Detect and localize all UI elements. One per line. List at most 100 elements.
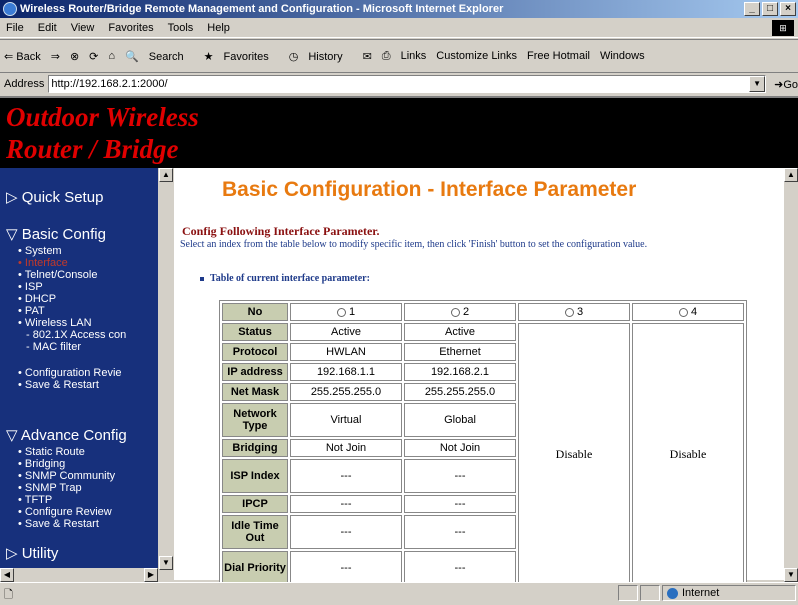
menu-tools[interactable]: Tools	[168, 22, 194, 34]
status-cell	[618, 585, 638, 601]
close-button[interactable]: ×	[780, 2, 796, 16]
sidebar-item-dhcp[interactable]: • DHCP	[18, 293, 56, 305]
sidebar-item-label: Wireless LAN	[24, 317, 92, 329]
sidebar-item-system[interactable]: • System	[18, 245, 62, 257]
search-button[interactable]: 🔍 Search	[125, 50, 194, 63]
search-label: Search	[148, 50, 184, 63]
sidebar-item-configure-review[interactable]: • Configure Review	[18, 506, 112, 518]
mail-icon[interactable]: ✉	[363, 50, 372, 63]
cell: ---	[290, 515, 402, 549]
config-subtitle: Config Following Interface Parameter.	[182, 224, 380, 238]
row-header: Status	[222, 323, 288, 341]
sidebar-item-snmp-trap[interactable]: • SNMP Trap	[18, 482, 82, 494]
scroll-up-icon[interactable]: ▲	[159, 168, 173, 182]
sidebar-item-label: Configure Review	[24, 506, 112, 518]
menu-file[interactable]: File	[6, 22, 24, 34]
row-header: Net Mask	[222, 383, 288, 401]
home-icon[interactable]: ⌂	[108, 50, 115, 62]
refresh-icon[interactable]: ⟳	[89, 50, 98, 63]
cell: Not Join	[290, 439, 402, 457]
sidebar-item-snmp-community[interactable]: • SNMP Community	[18, 470, 115, 482]
radio-icon[interactable]	[564, 307, 574, 317]
radio-3[interactable]: 3	[518, 303, 630, 321]
link-hotmail[interactable]: Free Hotmail	[527, 50, 590, 62]
cell: Not Join	[404, 439, 516, 457]
sidebar-item-telnet[interactable]: • Telnet/Console	[18, 269, 98, 281]
address-dropdown-icon[interactable]: ▼	[749, 76, 766, 92]
menu-favorites[interactable]: Favorites	[108, 22, 153, 34]
row-header: IPCP	[222, 495, 288, 513]
sidebar-item-static-route[interactable]: • Static Route	[18, 446, 85, 458]
link-windows[interactable]: Windows	[600, 50, 645, 62]
page-icon: 🗋	[4, 589, 13, 601]
row-header: Network Type	[222, 403, 288, 437]
sidebar-utility[interactable]: ▷ Utility	[6, 544, 58, 562]
main-scrollbar[interactable]: ▲ ▼	[784, 168, 798, 582]
radio-label: 1	[348, 306, 356, 318]
page-content: Outdoor Wireless Router / Bridge ▷ Quick…	[0, 96, 798, 582]
back-button[interactable]: ⇐ Back	[4, 50, 41, 63]
radio-4[interactable]: 4	[632, 303, 744, 321]
sidebar-item-label: Bridging	[24, 458, 66, 470]
menu-bar: File Edit View Favorites Tools Help	[0, 18, 798, 38]
globe-icon	[667, 587, 678, 599]
main-scroll-down-icon[interactable]: ▼	[784, 568, 798, 582]
favorites-label: Favorites	[223, 50, 269, 63]
ie-icon	[3, 2, 17, 16]
sidebar-item-tftp[interactable]: • TFTP	[18, 494, 52, 506]
sidebar-item-label: Configuration Revie	[24, 367, 122, 379]
table-row: No 1 2 3 4	[222, 303, 744, 321]
sidebar-item-wireless-lan[interactable]: • Wireless LAN	[18, 317, 92, 329]
sidebar-advance-config[interactable]: ▽ Advance Config	[6, 426, 127, 444]
sidebar-hscrollbar[interactable]: ◀ ▶	[0, 568, 158, 582]
address-input[interactable]: http://192.168.2.1:2000/ ▼	[48, 75, 767, 93]
menu-view[interactable]: View	[71, 22, 95, 34]
radio-icon[interactable]	[336, 307, 346, 317]
main-scroll-up-icon[interactable]: ▲	[784, 168, 798, 182]
sidebar-item-isp[interactable]: • ISP	[18, 281, 43, 293]
sidebar-basic-config[interactable]: ▽ Basic Config	[6, 225, 106, 243]
minimize-button[interactable]: _	[744, 2, 760, 16]
cell: Global	[404, 403, 516, 437]
sidebar-item-label: Interface	[24, 257, 68, 269]
radio-icon[interactable]	[450, 307, 460, 317]
go-button[interactable]: ➜Go	[774, 78, 798, 91]
radio-2[interactable]: 2	[404, 303, 516, 321]
sidebar-item-mac-filter[interactable]: - MAC filter	[26, 341, 81, 353]
scroll-left-icon[interactable]: ◀	[0, 568, 14, 582]
cell: ---	[290, 495, 402, 513]
print-icon[interactable]: ⎙	[382, 50, 391, 63]
sidebar-item-pat[interactable]: • PAT	[18, 305, 45, 317]
bullet-icon	[200, 276, 204, 281]
sidebar-item-label: SNMP Trap	[24, 482, 82, 494]
status-bar: 🗋 Internet	[0, 582, 798, 602]
sidebar-scrollbar[interactable]: ▲ ▼	[158, 168, 174, 582]
scroll-right-icon[interactable]: ▶	[144, 568, 158, 582]
radio-icon[interactable]	[678, 307, 688, 317]
toolbar: ⇐ Back ⇒ ⊗ ⟳ ⌂ 🔍 Search ★ Favorites ◷ Histo…	[0, 39, 798, 73]
radio-1[interactable]: 1	[290, 303, 402, 321]
sidebar-item-save-restart[interactable]: • Save & Restart	[18, 379, 99, 391]
banner: Outdoor Wireless Router / Bridge	[0, 98, 798, 168]
menu-edit[interactable]: Edit	[38, 22, 57, 34]
maximize-button[interactable]: □	[762, 2, 778, 16]
menu-help[interactable]: Help	[207, 22, 230, 34]
scroll-down-icon[interactable]: ▼	[159, 556, 173, 570]
stop-icon[interactable]: ⊗	[70, 50, 79, 63]
link-customize[interactable]: Customize Links	[436, 50, 517, 62]
row-header: Bridging	[222, 439, 288, 457]
sidebar-quick-setup[interactable]: ▷ Quick Setup	[6, 188, 103, 206]
sidebar-item-label: SNMP Community	[24, 470, 116, 482]
sidebar-item-8021x[interactable]: - 802.1X Access con	[26, 329, 126, 341]
history-button[interactable]: ◷ History	[289, 50, 353, 63]
sidebar-item-adv-save-restart[interactable]: • Save & Restart	[18, 518, 99, 530]
sidebar-item-interface[interactable]: • Interface	[18, 257, 68, 269]
favorites-icon: ★	[203, 50, 214, 63]
favorites-button[interactable]: ★ Favorites	[204, 50, 279, 63]
sidebar-item-config-review[interactable]: • Configuration Revie	[18, 367, 122, 379]
main-panel: Basic Configuration - Interface Paramete…	[174, 168, 784, 582]
sidebar-item-bridging[interactable]: • Bridging	[18, 458, 65, 470]
zone-label: Internet	[682, 587, 720, 599]
row-header: ISP Index	[222, 459, 288, 493]
forward-button[interactable]: ⇒	[51, 50, 60, 63]
